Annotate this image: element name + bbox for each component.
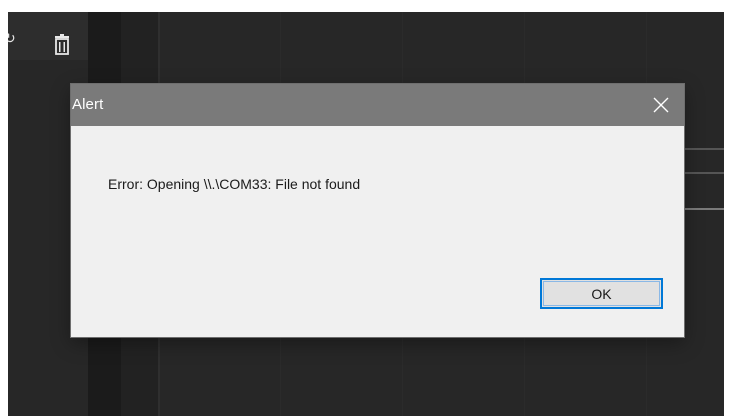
divider-line bbox=[684, 148, 724, 150]
refresh-icon[interactable]: ↻ bbox=[8, 31, 16, 45]
toolbar: ↻ bbox=[8, 12, 88, 60]
divider-line bbox=[684, 172, 724, 174]
ok-button[interactable]: OK bbox=[540, 278, 663, 309]
divider-line bbox=[684, 208, 724, 210]
close-button[interactable] bbox=[638, 84, 684, 126]
close-icon bbox=[653, 97, 669, 113]
alert-dialog: Alert Error: Opening \\.\COM33: File not… bbox=[71, 84, 684, 337]
dialog-title: Alert bbox=[72, 96, 104, 113]
trash-icon[interactable] bbox=[52, 34, 72, 56]
dialog-titlebar[interactable]: Alert bbox=[71, 84, 684, 126]
error-message: Error: Opening \\.\COM33: File not found bbox=[108, 176, 361, 192]
